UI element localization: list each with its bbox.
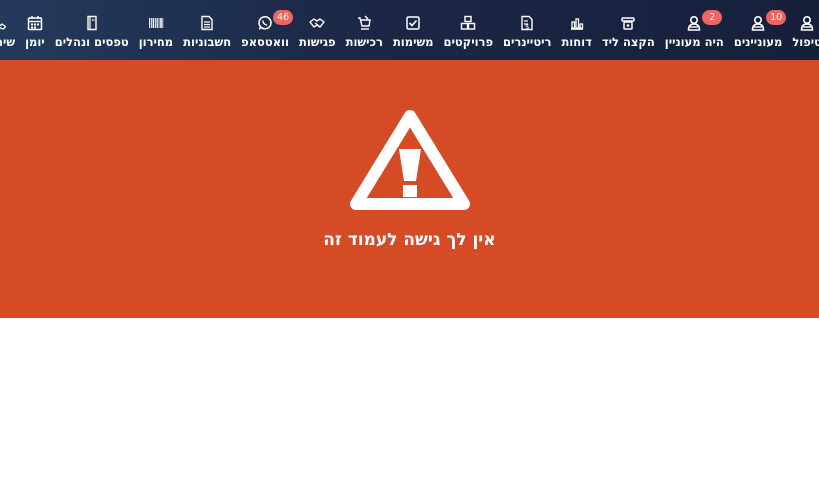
nav-item-label: חשבוניות [183, 35, 232, 49]
user-icon [749, 14, 767, 32]
nav-item-label: שיחות [0, 35, 16, 49]
nav-item[interactable]: טפסים ונהלים [50, 0, 134, 60]
nav-item[interactable]: שיחות [0, 0, 20, 60]
notification-count-badge: 46 [273, 10, 294, 25]
nav-item[interactable]: הקצה ליד [597, 0, 660, 60]
nav-item[interactable]: היה מעוניין 2 [660, 0, 729, 60]
cubes-icon [459, 14, 477, 32]
nav-item[interactable]: $ ריטיינרים [498, 0, 556, 60]
nav-item[interactable]: דוחות [556, 0, 596, 60]
notification-count-badge: 10 [766, 10, 787, 25]
nav-item-label: רכישות [345, 35, 383, 49]
nav-item-label: מחירון [138, 35, 174, 49]
nav-item[interactable]: משימות [388, 0, 439, 60]
invoice-dollar-icon: $ [518, 14, 536, 32]
nav-item[interactable]: רכישות [341, 0, 388, 60]
phone-icon [619, 14, 637, 32]
nav-items-row: טיפול מעוניינים 10 היה מעוניין 2 הקצה ליד דוחו… [0, 0, 819, 60]
handshake-icon [308, 14, 326, 32]
nav-item[interactable]: מחירון [134, 0, 178, 60]
book-icon [83, 14, 101, 32]
bar-chart-icon [568, 14, 586, 32]
notification-count-badge: 2 [702, 10, 723, 25]
nav-item[interactable]: חשבוניות [178, 0, 236, 60]
access-denied-message: אין לך גישה לעמוד זה [323, 230, 496, 250]
nav-item-label: משימות [392, 35, 434, 49]
nav-item[interactable]: טיפול [787, 0, 819, 60]
nav-item[interactable]: מעוניינים 10 [729, 0, 788, 60]
svg-text:$: $ [525, 23, 529, 31]
nav-item-label: פגישות [298, 35, 336, 49]
user-icon [798, 14, 816, 32]
page-content-area [0, 318, 819, 500]
nav-item-label: פרויקטים [443, 35, 494, 49]
user-icon [685, 14, 703, 32]
top-navigation-bar: טיפול מעוניינים 10 היה מעוניין 2 הקצה ליד דוחו… [0, 0, 819, 60]
nav-item[interactable]: וואטסאפ 46 [236, 0, 294, 60]
nav-item-label: טפסים ונהלים [54, 35, 129, 49]
document-icon [198, 14, 216, 32]
nav-item-label: מעוניינים [733, 35, 783, 49]
nav-item-label: היה מעוניין [664, 35, 724, 49]
checkbox-icon [404, 14, 422, 32]
phone-handset-icon [0, 14, 8, 32]
access-denied-panel: אין לך גישה לעמוד זה [0, 60, 819, 318]
nav-item-label: דוחות [561, 35, 592, 49]
nav-item[interactable]: פרויקטים [439, 0, 499, 60]
nav-item-label: טיפול [792, 35, 819, 49]
warning-icon [350, 110, 470, 210]
nav-item-label: ריטיינרים [503, 35, 552, 49]
calendar-icon [26, 14, 44, 32]
nav-item[interactable]: פגישות [294, 0, 341, 60]
nav-item-label: יומן [25, 35, 45, 49]
nav-item-label: הקצה ליד [601, 35, 655, 49]
whatsapp-icon [256, 14, 274, 32]
barcode-icon [147, 14, 165, 32]
nav-item[interactable]: יומן [20, 0, 50, 60]
nav-item-label: וואטסאפ [241, 35, 289, 49]
cart-icon [355, 14, 373, 32]
